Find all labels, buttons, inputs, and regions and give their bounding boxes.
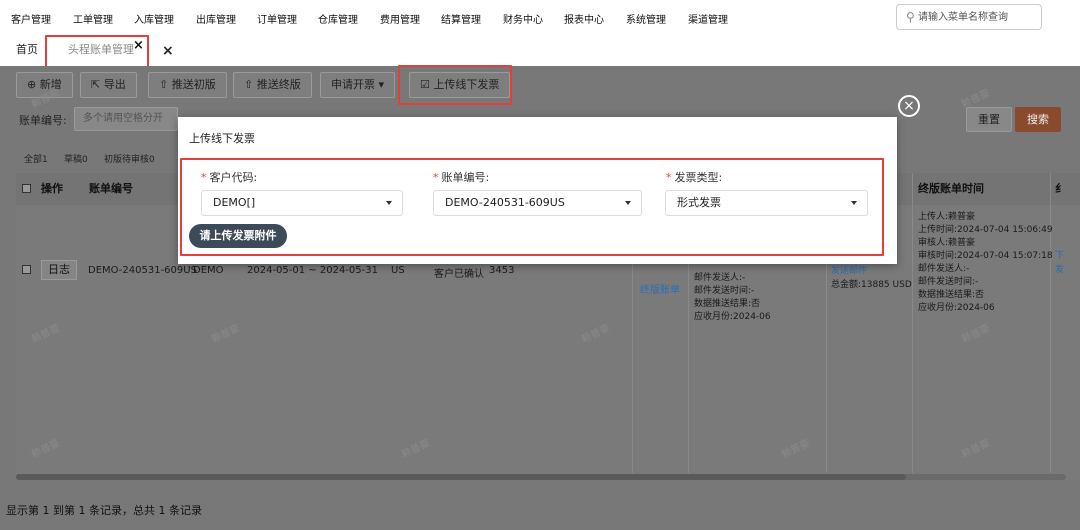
- final-bill-link[interactable]: 终版账单: [640, 281, 680, 296]
- upload-icon: ⇧: [244, 78, 254, 91]
- final-info-line: 上传时间:2024-07-04 15:06:49: [918, 225, 1053, 235]
- select-all-checkbox[interactable]: [22, 184, 31, 193]
- chip-draft[interactable]: 草稿0: [64, 152, 88, 165]
- reset-button[interactable]: 重置: [966, 107, 1012, 132]
- th-bill-no: 账单编号: [89, 182, 133, 195]
- chip-all[interactable]: 全部1: [24, 152, 48, 165]
- required-mark: *: [433, 171, 439, 184]
- bill-no-label-text: 账单编号:: [441, 171, 490, 184]
- log-button[interactable]: 日志: [41, 260, 77, 280]
- push-initial-label: 推送初版: [171, 78, 216, 91]
- cell-country: US: [391, 265, 405, 276]
- chip-initial-pending[interactable]: 初版待审核0: [104, 152, 155, 165]
- export-button[interactable]: ⇱ 导出: [80, 72, 137, 98]
- nav-item-system[interactable]: 系统管理: [626, 11, 666, 26]
- mid-info-line: 邮件发送人:-: [694, 273, 746, 283]
- toolbar-highlight: [398, 65, 512, 105]
- nav-item-fee[interactable]: 费用管理: [380, 11, 420, 26]
- export-icon: ⇱: [91, 78, 101, 91]
- customer-code-value: DEMO[]: [213, 196, 256, 209]
- caret-down-icon: ▾: [378, 78, 385, 91]
- invoice-type-value: 形式发票: [677, 196, 721, 209]
- th-op: 操作: [41, 182, 63, 195]
- customer-code-label-text: 客户代码:: [209, 171, 258, 184]
- mid-info-line: 应收月份:2024-06: [694, 312, 771, 322]
- bill-no-value: DEMO-240531-609US: [445, 196, 565, 209]
- th-final-time: 终版账单时间: [918, 182, 984, 195]
- invoice-type-label: * 发票类型:: [666, 169, 722, 185]
- mid-info-line: 数据推送结果:否: [694, 299, 761, 309]
- cell-bill-no: DEMO-240531-609US: [88, 265, 197, 276]
- dialog-close-icon[interactable]: ×: [898, 95, 920, 117]
- menu-search-input[interactable]: [918, 9, 1038, 26]
- required-mark: *: [201, 171, 207, 184]
- customer-code-label: * 客户代码:: [201, 169, 257, 185]
- nav-item-customer[interactable]: 客户管理: [11, 11, 51, 26]
- cell-status: 客户已确认: [434, 269, 484, 280]
- final-info-line: 审核人:赖普豪: [918, 238, 976, 248]
- invoice-type-label-text: 发票类型:: [674, 171, 723, 184]
- col-divider: [688, 264, 689, 473]
- bill-no-select[interactable]: DEMO-240531-609US: [433, 190, 642, 216]
- nav-item-outbound[interactable]: 出库管理: [196, 11, 236, 26]
- col-divider: [912, 173, 913, 473]
- top-nav: 客户管理 工单管理 入库管理 出库管理 订单管理 仓库管理 费用管理 结算管理 …: [0, 0, 1080, 34]
- send-mail-link[interactable]: 发送邮件: [831, 265, 867, 278]
- final-info-line: 应收月份:2024-06: [918, 303, 995, 313]
- nav-item-finance[interactable]: 财务中心: [503, 11, 543, 26]
- invoice-type-select[interactable]: 形式发票: [665, 190, 868, 216]
- invoice-dropdown-button[interactable]: 申请开票 ▾: [320, 72, 396, 98]
- nav-item-settlement[interactable]: 结算管理: [441, 11, 481, 26]
- menu-search[interactable]: ⚲: [896, 4, 1042, 30]
- invoice-label: 申请开票: [331, 78, 375, 91]
- plus-circle-icon: ⊕: [27, 78, 37, 91]
- bill-no-label: * 账单编号:: [433, 169, 489, 185]
- th-edge: 纟: [1055, 182, 1066, 195]
- tab-bar: 首页 头程账单管理 × ×: [0, 34, 1080, 66]
- bill-no-filter-input[interactable]: 多个请用空格分开: [74, 107, 178, 131]
- mid-info-line: 邮件发送时间:-: [694, 286, 755, 296]
- nav-item-report[interactable]: 报表中心: [564, 11, 604, 26]
- upload-invoice-attachment-button[interactable]: 请上传发票附件: [189, 224, 287, 248]
- cell-total: 总金额:13885 USD: [831, 280, 912, 290]
- nav-item-workorder[interactable]: 工单管理: [73, 11, 113, 26]
- col-divider: [826, 264, 827, 473]
- col-divider: [632, 264, 633, 473]
- nav-item-order[interactable]: 订单管理: [257, 11, 297, 26]
- cell-customer: DEMO: [193, 265, 224, 276]
- edge-link[interactable]: 下: [1055, 250, 1064, 263]
- customer-code-select[interactable]: DEMO[]: [201, 190, 403, 216]
- nav-item-warehouse[interactable]: 仓库管理: [318, 11, 358, 26]
- cell-number: 3453: [489, 265, 515, 276]
- final-info-line: 上传人:赖普豪: [918, 212, 976, 222]
- final-info-line: 数据推送结果:否: [918, 290, 985, 300]
- final-info-line: 审核时间:2024-07-04 15:07:18: [918, 251, 1053, 261]
- dialog-title: 上传线下发票: [189, 132, 255, 145]
- search-icon: ⚲: [906, 10, 915, 24]
- required-mark: *: [666, 171, 672, 184]
- pagination-info: 显示第 1 到第 1 条记录，总共 1 条记录: [6, 504, 202, 517]
- tab-home[interactable]: 首页: [16, 34, 38, 66]
- edge-link-2[interactable]: 发: [1055, 264, 1064, 277]
- final-info-line: 邮件发送时间:-: [918, 277, 979, 287]
- caret-down-icon: [625, 201, 631, 205]
- push-initial-button[interactable]: ⇧ 推送初版: [148, 72, 227, 98]
- mid-info-block: 邮件发送人:- 邮件发送时间:- 数据推送结果:否 应收月份:2024-06: [694, 272, 771, 324]
- nav-item-channel[interactable]: 渠道管理: [688, 11, 728, 26]
- row-checkbox[interactable]: [22, 265, 31, 274]
- horizontal-scrollbar-thumb[interactable]: [16, 474, 906, 480]
- caret-down-icon: [386, 201, 392, 205]
- final-info-line: 邮件发送人:-: [918, 264, 970, 274]
- export-label: 导出: [103, 78, 126, 91]
- cell-period: 2024-05-01 ~ 2024-05-31: [247, 265, 378, 276]
- nav-item-inbound[interactable]: 入库管理: [134, 11, 174, 26]
- caret-down-icon: [851, 201, 857, 205]
- push-final-button[interactable]: ⇧ 推送终版: [233, 72, 312, 98]
- search-button[interactable]: 搜索: [1015, 107, 1061, 132]
- bill-no-filter-label: 账单编号:: [19, 114, 67, 127]
- close-all-tabs-icon[interactable]: ×: [162, 43, 174, 59]
- push-final-label: 推送终版: [256, 78, 301, 91]
- upload-icon: ⇧: [159, 78, 169, 91]
- final-info-block: 上传人:赖普豪 上传时间:2024-07-04 15:06:49 审核人:赖普豪…: [918, 211, 1053, 315]
